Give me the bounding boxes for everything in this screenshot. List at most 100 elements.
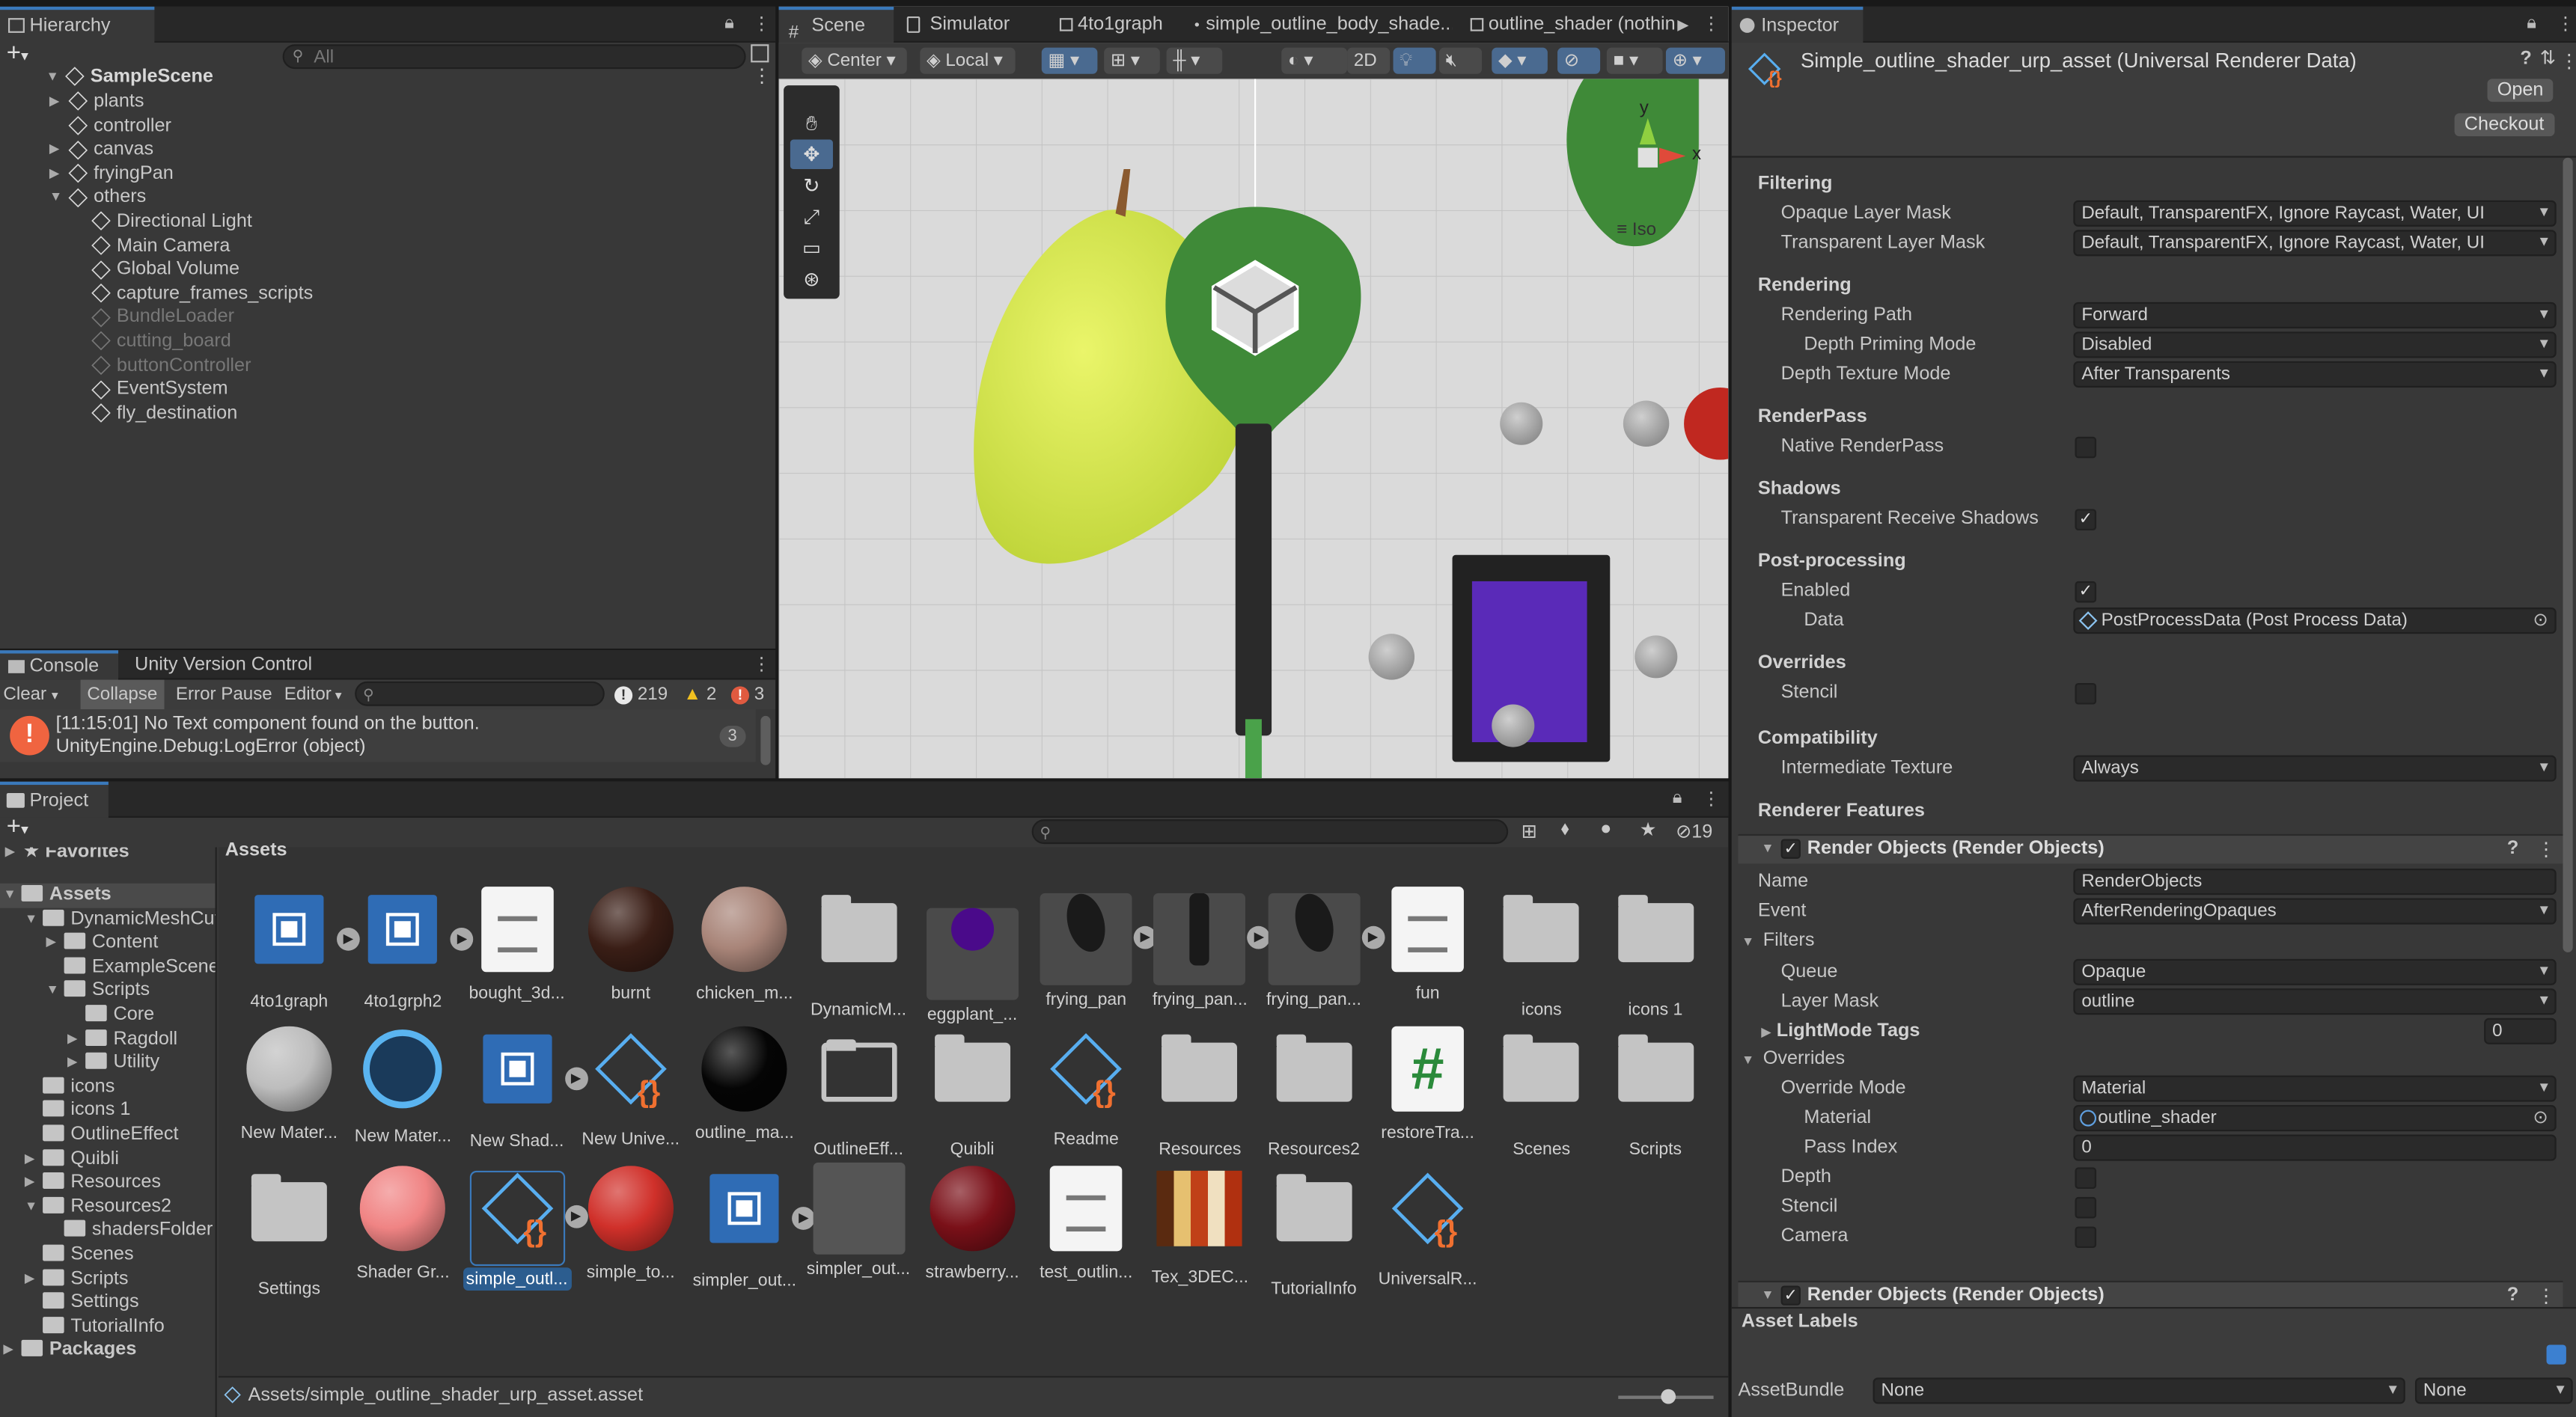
search-by-label-icon[interactable]: ⬧ [1560,819,1569,841]
open-button[interactable]: Open [2487,79,2554,102]
depth-texture-dropdown[interactable]: After Transparents [2073,361,2557,388]
render-objects-feature-header-2[interactable]: ▼ ✓ Render Objects (Render Objects) ? ⋮ [1738,1280,2563,1311]
hierarchy-scene-row[interactable]: ▼ SampleScene ⋮ [0,66,775,90]
favorites-row[interactable]: ▶ ★ Favorites [0,847,216,864]
tab-simple-outline-body-shader[interactable]: • simple_outline_body_shade... [1189,7,1453,43]
lock-icon[interactable]: 🔒︎ [2527,13,2536,35]
kebab-menu-icon[interactable]: ⋮ [2536,837,2555,860]
assetbundle-dropdown[interactable]: None [1873,1377,2405,1404]
asset-item[interactable]: New Mater... [235,1023,344,1144]
lock-icon[interactable]: 🔒︎ [1673,788,1682,810]
scale-tool-icon[interactable]: ⤢ [790,202,833,232]
asset-item[interactable]: {} UniversalR... [1373,1163,1482,1291]
tab-4to1graph[interactable]: 4to1graph [1052,7,1173,43]
kebab-menu-icon[interactable]: ⋮ [752,653,770,675]
tab-simulator[interactable]: Simulator [897,7,1020,43]
asset-item[interactable]: New Mater... [349,1023,457,1148]
project-tree-item[interactable]: ▼ Resources2 [0,1195,216,1219]
asset-item[interactable]: # restoreTra... [1373,1023,1482,1144]
project-tree-item[interactable]: ▶ Quibli [0,1147,216,1171]
move-tool-icon[interactable]: ✥ [790,139,833,170]
draw-mode-button[interactable]: ◐ ▾ [1281,47,1348,74]
expand-arrow-icon[interactable]: ▼ [1761,1288,1774,1303]
hierarchy-item[interactable]: BundleLoader [0,306,775,330]
filters-foldout[interactable]: ▼ Filters [1742,931,1815,950]
camera-icon[interactable]: ■ ▾ [1606,47,1663,74]
asset-item[interactable]: fun [1373,884,1482,1005]
stencil-override-checkbox[interactable] [2075,1196,2097,1219]
project-tree-item[interactable]: ▶ Scripts [0,1267,216,1291]
kebab-menu-icon[interactable]: ⋮ [752,13,770,34]
project-tree-item[interactable]: ▼ DynamicMeshCut [0,908,216,931]
asset-item[interactable]: Scenes [1487,1023,1596,1160]
rect-tool-icon[interactable]: ▭ [790,233,833,263]
rotate-tool-icon[interactable]: ↻ [790,171,833,201]
add-button[interactable]: +▾ [7,40,28,67]
pass-index-input[interactable]: 0 [2073,1134,2557,1161]
queue-dropdown[interactable]: Opaque [2073,958,2557,985]
kebab-menu-icon[interactable]: ⋮ [2557,13,2575,34]
layer-mask-dropdown[interactable]: outline [2073,988,2557,1015]
hand-tool-icon[interactable]: ✋︎ [790,108,833,138]
lightmode-tags-foldout[interactable]: ▶ LightMode Tags [1761,1021,1920,1041]
kebab-menu-icon[interactable]: ⋮ [1702,788,1720,810]
project-tree-item[interactable]: icons 1 [0,1099,216,1123]
toggle-2d-button[interactable]: 2D [1347,47,1391,74]
project-tree-item[interactable]: ▶ Content [0,931,216,955]
warning-count[interactable]: ▲ 2 [683,680,716,710]
rendering-path-dropdown[interactable]: Forward [2073,302,2557,328]
asset-item[interactable]: Resources [1146,1023,1254,1160]
asset-item[interactable]: Resources2 [1260,1023,1368,1160]
material-field[interactable]: outline_shader ⊙ [2073,1105,2557,1132]
asset-item[interactable]: ▶ frying_pan... [1260,884,1385,1012]
asset-item[interactable]: TutorialInfo [1260,1163,1368,1300]
expand-arrow-icon[interactable]: ▶ [49,162,60,186]
help-icon[interactable]: ? [2520,49,2531,69]
error-filter-icon[interactable]: ● [1600,819,1611,839]
object-picker-icon[interactable]: ⊙ [2533,609,2548,632]
asset-item[interactable]: Shader Gr... [349,1163,457,1284]
hierarchy-item[interactable]: Main Camera [0,234,775,258]
inspector-scrollbar[interactable] [2563,157,2573,952]
asset-item[interactable]: outline_ma... [690,1023,799,1144]
asset-item[interactable]: icons 1 [1601,884,1709,1021]
expand-arrow-icon[interactable]: ▼ [25,1195,37,1219]
clear-button[interactable]: Clear ▾ [3,680,58,711]
search-by-type-icon[interactable]: ⊞ [1522,819,1537,842]
lightmode-count-input[interactable]: 0 [2484,1017,2557,1044]
breadcrumb[interactable]: Assets [225,841,287,860]
increment-snap-button[interactable]: ⊞ ▾ [1104,47,1160,74]
hidden-packages-count[interactable]: ⊘19 [1676,819,1712,842]
project-tree-item[interactable]: Core [0,1003,216,1027]
error-count[interactable]: ! 3 [730,680,764,710]
asset-item[interactable]: ▶ simpler_out... [690,1163,816,1292]
feature-name-input[interactable]: RenderObjects [2073,868,2557,896]
help-icon[interactable]: ? [2507,1285,2518,1305]
expand-arrow-icon[interactable]: ▶ [67,1051,78,1075]
asset-item[interactable]: burnt [576,884,685,1005]
chevron-down-icon[interactable]: ▾ [52,688,58,703]
asset-item[interactable]: {} New Unive... [576,1023,685,1151]
info-count[interactable]: ! 219 [614,680,668,710]
asset-item[interactable]: bought_3d... [463,884,571,1005]
kebab-menu-icon[interactable]: ⋮ [2560,49,2576,72]
hierarchy-item[interactable]: EventSystem [0,378,775,402]
asset-item[interactable]: ▶ 4to1graph [235,884,360,1013]
project-search-input[interactable]: ⚲ [1031,819,1509,845]
project-tree-item[interactable]: OutlineEffect [0,1123,216,1147]
transparent-shadows-checkbox[interactable]: ✓ [2075,509,2097,530]
overrides-foldout[interactable]: ▼ Overrides [1742,1049,1845,1068]
expand-arrow-icon[interactable]: ▼ [46,66,58,90]
collapse-toggle[interactable]: Collapse [80,679,165,710]
project-tree-item[interactable]: shadersFolder [0,1219,216,1243]
expand-arrow-icon[interactable]: ▼ [1761,841,1774,856]
feature-event-dropdown[interactable]: AfterRenderingOpaques [2073,898,2557,925]
postprocess-data-field[interactable]: PostProcessData (Post Process Data) ⊙ [2073,607,2557,634]
error-pause-toggle[interactable]: Error Pause [176,680,272,710]
asset-item[interactable]: icons [1487,884,1596,1021]
asset-item[interactable]: chicken_m... [690,884,799,1005]
asset-item[interactable]: Quibli [918,1023,1027,1160]
project-tree-item[interactable]: ▼ Scripts [0,979,216,1003]
console-log-entry[interactable]: ! [11:15:01] No Text component found on … [0,709,756,762]
project-tree-item[interactable]: TutorialInfo [0,1315,216,1339]
